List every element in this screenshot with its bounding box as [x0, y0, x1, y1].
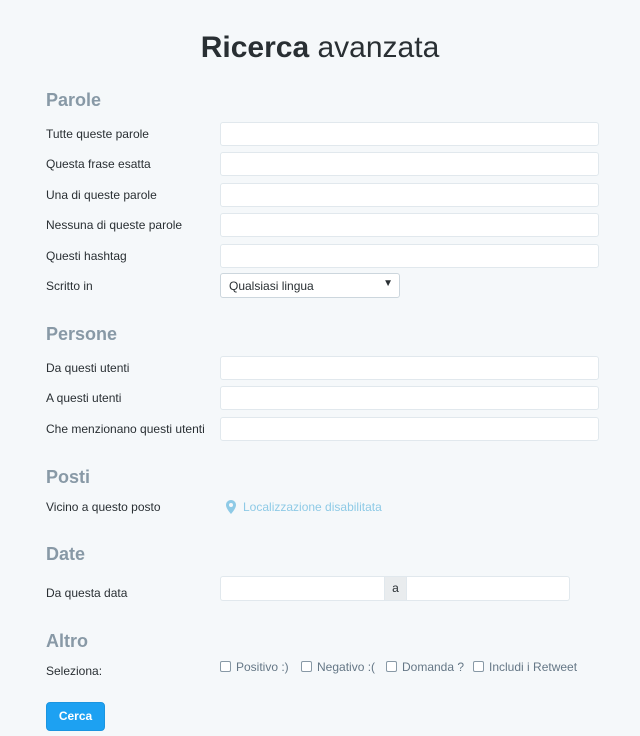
any-words-input[interactable]	[220, 183, 599, 207]
checkbox-box[interactable]	[220, 660, 231, 672]
section-heading-words: Parole	[46, 90, 102, 110]
page-title: Ricerca avanzata	[0, 30, 640, 66]
label-exact-phrase: Questa frase esatta	[46, 157, 151, 171]
question-checkbox[interactable]: Domanda ?	[386, 660, 464, 674]
date-to-input[interactable]	[407, 576, 570, 601]
mentioning-users-input[interactable]	[220, 417, 599, 441]
hashtags-input[interactable]	[220, 244, 599, 268]
language-select-value: Qualsiasi lingua	[229, 279, 314, 293]
positive-label: Positivo :)	[236, 660, 289, 674]
label-language: Scritto in	[46, 279, 93, 293]
from-users-input[interactable]	[220, 356, 599, 380]
to-users-input[interactable]	[220, 386, 599, 410]
label-none-words: Nessuna di queste parole	[46, 218, 183, 232]
checkbox-box[interactable]	[301, 660, 312, 672]
section-heading-places: Posti	[46, 467, 91, 487]
question-label: Domanda ?	[402, 660, 465, 674]
location-link-label: Localizzazione disabilitata	[243, 500, 382, 514]
title-bold: Ricerca	[200, 31, 310, 64]
label-any-words: Una di queste parole	[46, 188, 157, 202]
label-to-users: A questi utenti	[46, 391, 122, 405]
label-all-words: Tutte queste parole	[46, 127, 149, 141]
label-from-date: Da questa data	[46, 586, 128, 600]
all-words-input[interactable]	[220, 122, 599, 146]
search-button[interactable]: Cerca	[46, 702, 105, 731]
section-heading-dates: Date	[46, 544, 86, 564]
language-select[interactable]: Qualsiasi lingua ▼	[220, 273, 400, 298]
negative-label: Negativo :(	[317, 660, 376, 674]
label-hashtags: Questi hashtag	[46, 249, 127, 263]
label-near-place: Vicino a questo posto	[46, 500, 161, 514]
date-range-separator: a	[384, 576, 407, 601]
checkbox-box[interactable]	[473, 660, 484, 672]
exact-phrase-input[interactable]	[220, 152, 599, 176]
none-words-input[interactable]	[220, 213, 599, 237]
label-select: Seleziona:	[46, 664, 103, 678]
checkbox-box[interactable]	[386, 660, 397, 672]
section-heading-other: Altro	[46, 631, 88, 651]
section-heading-people: Persone	[46, 324, 118, 344]
location-pin-icon	[226, 500, 236, 514]
negative-checkbox[interactable]: Negativo :(	[301, 660, 375, 674]
label-from-users: Da questi utenti	[46, 361, 130, 375]
include-retweets-checkbox[interactable]: Includi i Retweet	[473, 660, 577, 674]
include-retweets-label: Includi i Retweet	[489, 660, 578, 674]
label-mentioning-users: Che menzionano questi utenti	[46, 422, 205, 436]
chevron-down-icon: ▼	[383, 278, 393, 289]
date-from-input[interactable]	[220, 576, 384, 601]
title-light: avanzata	[317, 31, 440, 64]
positive-checkbox[interactable]: Positivo :)	[220, 660, 289, 674]
location-link[interactable]: Localizzazione disabilitata	[226, 500, 382, 514]
